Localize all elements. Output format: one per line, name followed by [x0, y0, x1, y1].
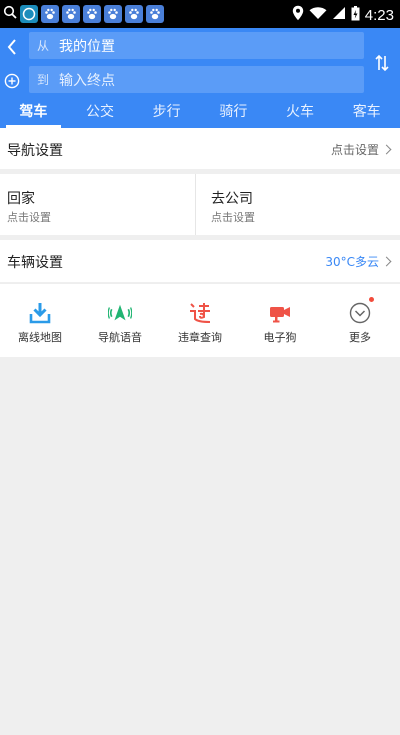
vehicle-settings-row[interactable]: 车辆设置 30°C多云 [0, 240, 400, 282]
tab-bus[interactable]: 公交 [67, 98, 134, 128]
wifi-icon [309, 6, 327, 24]
tab-coach[interactable]: 客车 [333, 98, 400, 128]
baidu-paw-icon [125, 4, 143, 23]
offline-map-button[interactable]: 离线地图 [0, 284, 80, 357]
chevron-right-icon [381, 256, 392, 267]
offline-map-label: 离线地图 [18, 331, 62, 344]
camera-icon [268, 301, 292, 325]
e-dog-label: 电子狗 [263, 331, 297, 344]
tab-drive[interactable]: 驾车 [0, 98, 67, 128]
violation-query-label: 违章查询 [178, 331, 222, 344]
tools-bar: 离线地图 导航语音 违章查询 电子狗 更多 [0, 283, 400, 357]
status-left [3, 4, 164, 23]
tab-train[interactable]: 火车 [267, 98, 334, 128]
weather-info: 30°C多云 [325, 253, 392, 270]
signal-icon [332, 6, 346, 24]
back-arrow-icon [7, 39, 16, 55]
tab-bike[interactable]: 骑行 [200, 98, 267, 128]
baidu-paw-icon [41, 4, 59, 23]
violation-icon [188, 301, 212, 325]
destination-field[interactable]: 到 输入终点 [29, 66, 364, 93]
work-title: 去公司 [211, 191, 253, 207]
from-prefix: 从 [37, 39, 50, 53]
home-shortcut[interactable]: 回家 点击设置 [0, 174, 196, 235]
home-sub: 点击设置 [7, 211, 51, 224]
swap-icon [375, 54, 389, 72]
add-waypoint-button[interactable] [0, 66, 24, 96]
work-shortcut[interactable]: 去公司 点击设置 [197, 174, 393, 235]
status-bar: 4:23 [0, 0, 400, 28]
baidu-paw-icon [83, 4, 101, 23]
swap-button[interactable] [370, 50, 394, 76]
add-circle-icon [4, 73, 20, 89]
nav-voice-label: 导航语音 [98, 331, 142, 344]
nav-settings-label: 导航设置 [7, 143, 63, 159]
weather-text: 30°C多云 [325, 255, 379, 269]
back-button[interactable] [0, 32, 24, 62]
nav-voice-button[interactable]: 导航语音 [80, 284, 160, 357]
download-icon [28, 301, 52, 325]
work-sub: 点击设置 [211, 211, 255, 224]
status-right: 4:23 [292, 5, 394, 25]
home-title: 回家 [7, 191, 35, 207]
app-icon [20, 4, 38, 23]
from-value: 我的位置 [59, 38, 116, 55]
more-icon [348, 297, 374, 325]
violation-query-button[interactable]: 违章查询 [160, 284, 240, 357]
new-badge-dot [369, 297, 374, 302]
battery-icon [351, 5, 360, 25]
location-icon [292, 5, 304, 25]
vehicle-settings-label: 车辆设置 [7, 255, 63, 271]
e-dog-button[interactable]: 电子狗 [240, 284, 320, 357]
voice-nav-icon [108, 301, 132, 325]
destination-placeholder: 输入终点 [59, 72, 116, 89]
chevron-right-icon [381, 144, 392, 155]
transport-tabs: 驾车 公交 步行 骑行 火车 客车 [0, 98, 400, 128]
route-header: 从 我的位置 到 输入终点 驾车 公交 步行 骑行 火车 客车 [0, 28, 400, 128]
nav-settings-action: 点击设置 [330, 141, 392, 158]
baidu-paw-icon [104, 4, 122, 23]
from-field[interactable]: 从 我的位置 [29, 32, 364, 59]
baidu-paw-icon [62, 4, 80, 23]
search-icon [3, 4, 17, 23]
tab-walk[interactable]: 步行 [133, 98, 200, 128]
baidu-paw-icon [146, 4, 164, 23]
places-row: 回家 点击设置 去公司 点击设置 [0, 174, 400, 235]
more-button[interactable]: 更多 [320, 284, 400, 357]
more-label: 更多 [349, 331, 371, 344]
to-prefix: 到 [37, 73, 50, 87]
nav-settings-row[interactable]: 导航设置 点击设置 [0, 128, 400, 169]
status-time: 4:23 [364, 6, 394, 24]
nav-settings-action-text: 点击设置 [330, 143, 379, 157]
